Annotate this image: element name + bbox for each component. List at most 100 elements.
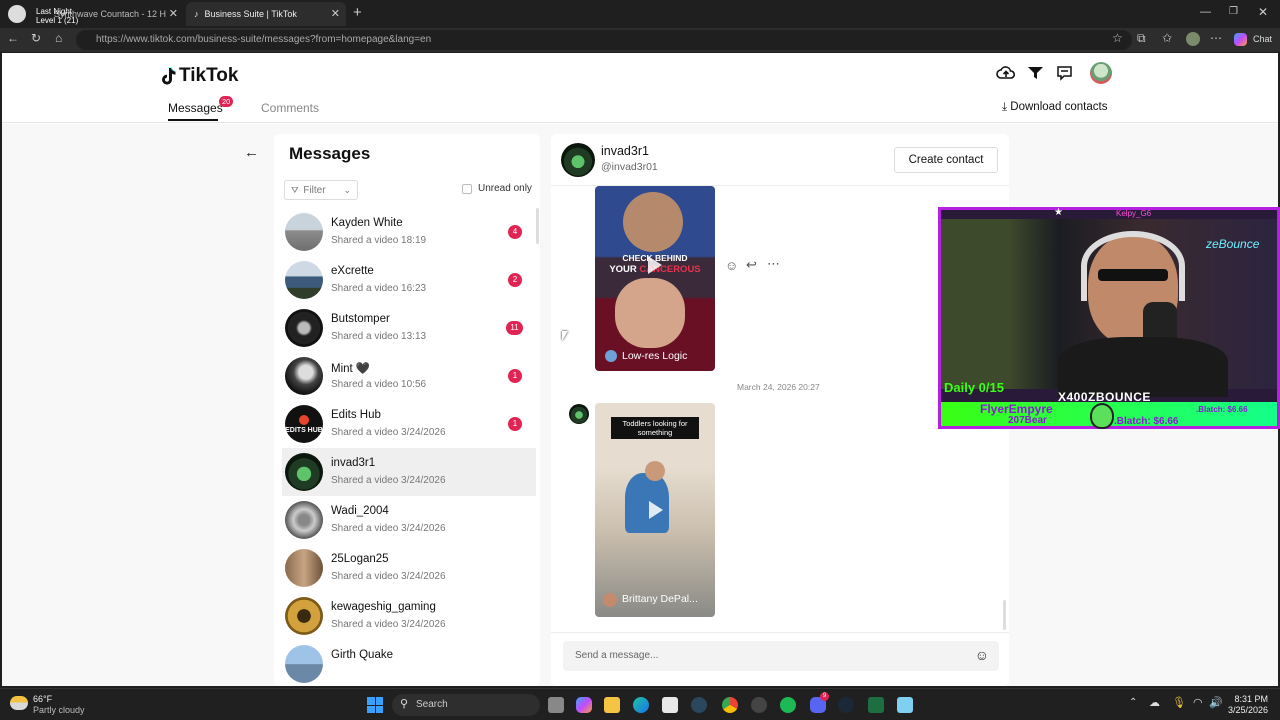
weather-temp[interactable]: 66°F bbox=[33, 694, 52, 704]
emoji-icon[interactable]: ☺ bbox=[975, 647, 989, 663]
edge-icon[interactable] bbox=[633, 697, 649, 713]
cam-neon-sign: zeBounce bbox=[1206, 237, 1260, 251]
edits-hub-avatar-text: EDITS HUB bbox=[285, 427, 323, 434]
conversation-item[interactable]: Mint 🖤 Shared a video 10:56 1 bbox=[282, 352, 536, 400]
steam-2-icon[interactable] bbox=[838, 697, 854, 713]
mic-icon[interactable]: 🎙 bbox=[1172, 696, 1186, 709]
download-contacts-button[interactable]: ⤓ Download contacts bbox=[1002, 101, 1107, 114]
excel-icon[interactable] bbox=[868, 697, 884, 713]
sender-avatar bbox=[569, 404, 589, 424]
message-input[interactable]: Send a message... ☺ bbox=[563, 641, 999, 671]
window-close-icon[interactable]: ✕ bbox=[1258, 5, 1268, 19]
conversation-name: Wadi_2004 bbox=[331, 505, 389, 517]
more-options-icon[interactable]: ⋯ bbox=[767, 256, 780, 272]
video-author: Low-res Logic bbox=[622, 350, 688, 362]
header: TikTok Messages 20 Comments ⤓ Download c… bbox=[2, 53, 1278, 123]
conversation-item[interactable]: Butstomper Shared a video 13:13 11 bbox=[282, 304, 536, 352]
taskbar-search[interactable]: ⚲ Search bbox=[392, 694, 540, 716]
chat-avatar[interactable] bbox=[561, 143, 595, 177]
send-filter-icon[interactable] bbox=[1027, 65, 1044, 81]
back-arrow-icon[interactable]: ← bbox=[244, 144, 259, 161]
conversation-item-selected[interactable]: invad3r1 Shared a video 3/24/2026 bbox=[282, 448, 536, 496]
file-explorer-icon[interactable] bbox=[604, 697, 620, 713]
volume-icon[interactable]: 🔊 bbox=[1209, 696, 1223, 709]
close-tab-icon[interactable]: ✕ bbox=[169, 7, 178, 20]
store-icon[interactable] bbox=[662, 697, 678, 713]
clock-date[interactable]: 3/25/2026 bbox=[1222, 705, 1268, 715]
conversation-item[interactable]: eXcrette Shared a video 16:23 2 bbox=[282, 256, 536, 304]
inbox-icon[interactable] bbox=[1056, 65, 1073, 81]
new-tab-button[interactable]: + bbox=[353, 4, 362, 21]
conversation-name: Mint 🖤 bbox=[331, 363, 371, 375]
conversation-item[interactable]: kewageshig_gaming Shared a video 3/24/20… bbox=[282, 592, 536, 640]
user-avatar[interactable] bbox=[1090, 62, 1112, 84]
list-scrollbar[interactable] bbox=[536, 208, 539, 244]
upload-cloud-icon[interactable] bbox=[996, 65, 1016, 81]
filter-dropdown[interactable]: ⛛ Filter ⌄ bbox=[284, 180, 358, 200]
shared-video-card[interactable]: CHECK BEHIND YOUR CANCEROUS Low-res Logi… bbox=[595, 186, 715, 371]
copilot-taskbar-icon[interactable] bbox=[576, 697, 592, 713]
video-overlay-word: YOUR bbox=[609, 264, 640, 275]
more-icon[interactable]: ⋯ bbox=[1210, 31, 1222, 45]
video-person-top bbox=[623, 192, 683, 252]
create-contact-button[interactable]: Create contact bbox=[894, 147, 998, 173]
overlay-line1: Last Night bbox=[36, 7, 73, 16]
cam-blatch2: .Blatch: $6.66 bbox=[1114, 416, 1179, 427]
cam-ticker1: FlyerEmpyre bbox=[980, 402, 1053, 416]
wifi-icon[interactable]: ◠ bbox=[1193, 696, 1203, 709]
tray-chevron-up-icon[interactable]: ⌃ bbox=[1129, 697, 1137, 708]
unread-badge: 1 bbox=[508, 417, 522, 431]
favorite-star-icon[interactable]: ☆ bbox=[1112, 31, 1123, 45]
play-icon bbox=[649, 501, 663, 519]
chrome-icon[interactable] bbox=[722, 697, 738, 713]
unread-only-label[interactable]: Unread only bbox=[478, 183, 532, 194]
url-field[interactable]: https://www.tiktok.com/business-suite/me… bbox=[76, 30, 1132, 50]
unread-only-checkbox[interactable] bbox=[462, 184, 472, 194]
close-tab-icon[interactable]: ✕ bbox=[331, 7, 340, 20]
react-emoji-icon[interactable]: ☺ bbox=[725, 258, 738, 273]
start-windows-icon[interactable] bbox=[367, 697, 383, 713]
conversation-item[interactable]: 25Logan25 Shared a video 3/24/2026 bbox=[282, 544, 536, 592]
weather-icon[interactable] bbox=[10, 696, 28, 710]
extensions-icon[interactable]: ⧉ bbox=[1137, 31, 1146, 46]
window-restore-icon[interactable]: ❐ bbox=[1229, 6, 1238, 17]
tab-comments[interactable]: Comments bbox=[261, 101, 319, 115]
back-icon[interactable]: ← bbox=[7, 31, 19, 45]
profile-avatar[interactable] bbox=[1186, 32, 1200, 46]
avatar bbox=[285, 549, 323, 587]
conversation-name: 25Logan25 bbox=[331, 553, 389, 565]
reload-icon[interactable]: ↻ bbox=[31, 31, 41, 45]
home-icon[interactable]: ⌂ bbox=[55, 31, 62, 45]
weather-desc[interactable]: Partly cloudy bbox=[33, 705, 85, 715]
clock-app-icon[interactable] bbox=[751, 697, 767, 713]
chat-scrollbar[interactable] bbox=[1003, 600, 1006, 630]
tiktok-logo[interactable]: TikTok bbox=[160, 65, 238, 87]
video-caption: Toddlers looking for something bbox=[611, 417, 699, 439]
task-view-icon[interactable] bbox=[548, 697, 564, 713]
conversation-item[interactable]: Wadi_2004 Shared a video 3/24/2026 bbox=[282, 496, 536, 544]
tab-comments-label: Comments bbox=[261, 101, 320, 115]
avatar bbox=[285, 501, 323, 539]
conversation-name: Butstomper bbox=[331, 313, 390, 325]
conversation-subtitle: Shared a video 3/24/2026 bbox=[331, 619, 446, 630]
copilot-icon[interactable] bbox=[1234, 33, 1247, 46]
conversation-item[interactable]: EDITS HUB Edits Hub Shared a video 3/24/… bbox=[282, 400, 536, 448]
tab-messages[interactable]: Messages 20 bbox=[168, 96, 234, 121]
favorites-icon[interactable]: ✩ bbox=[1162, 31, 1172, 45]
steam-icon[interactable] bbox=[691, 697, 707, 713]
tab-business-suite[interactable]: ♪ Business Suite | TikTok ✕ bbox=[186, 2, 346, 26]
spotify-icon[interactable] bbox=[780, 697, 796, 713]
shared-video-card[interactable]: Toddlers looking for something Brittany … bbox=[595, 403, 715, 617]
chat-label[interactable]: Chat bbox=[1253, 34, 1272, 44]
clock-time[interactable]: 8:31 PM bbox=[1230, 694, 1268, 704]
conversation-item[interactable]: Girth Quake bbox=[282, 640, 536, 686]
reply-icon[interactable]: ↩ bbox=[746, 257, 757, 273]
conversation-name: kewageshig_gaming bbox=[331, 601, 436, 613]
conversation-name: eXcrette bbox=[331, 265, 374, 277]
window-minimize-icon[interactable]: — bbox=[1200, 6, 1211, 18]
conversation-item[interactable]: Kayden White Shared a video 18:19 4 bbox=[282, 208, 536, 256]
notepad-icon[interactable] bbox=[897, 697, 913, 713]
unread-badge: 11 bbox=[506, 321, 523, 335]
onedrive-icon[interactable]: ☁ bbox=[1149, 696, 1160, 709]
cam-star-icon: ★ bbox=[1054, 207, 1063, 218]
